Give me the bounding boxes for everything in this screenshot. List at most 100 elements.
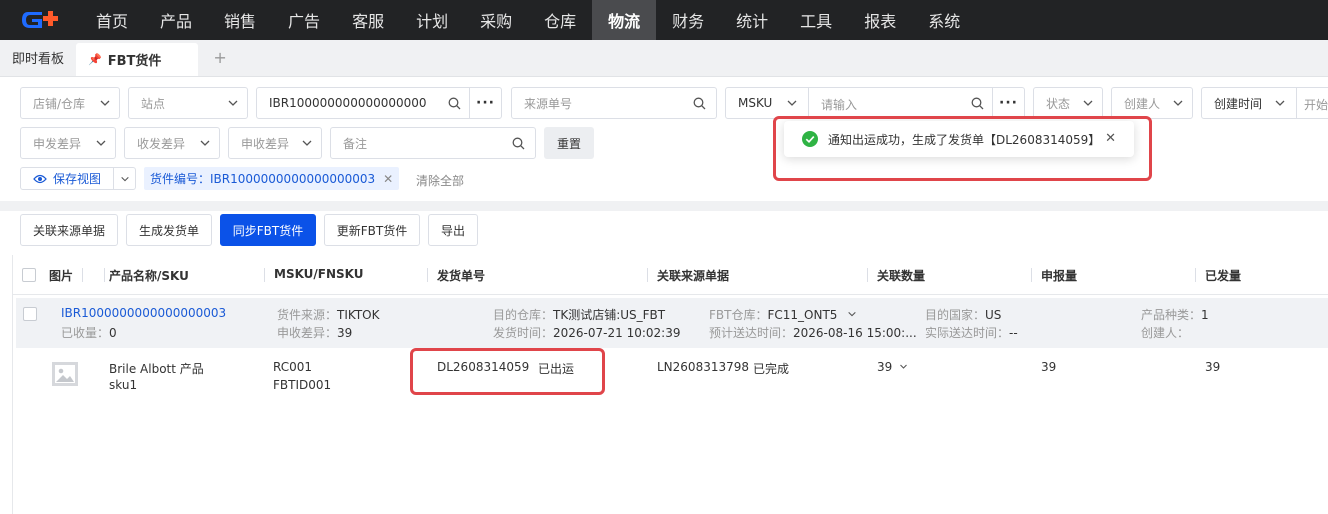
export-button[interactable]: 导出 [428, 214, 478, 246]
input-placeholder: 备注 [343, 136, 368, 151]
section-divider [0, 201, 1328, 211]
creator-select[interactable]: 创建人 [1111, 87, 1193, 119]
search-icon[interactable] [693, 97, 706, 110]
sync-fbt-button[interactable]: 同步FBT货件 [220, 214, 316, 246]
chevron-down-icon [200, 140, 210, 146]
row-checkbox[interactable] [23, 307, 37, 321]
clear-all-link[interactable]: 清除全部 [416, 172, 464, 189]
tab-bar: 即时看板 📌 FBT货件 + [0, 40, 1328, 77]
nav-item[interactable]: 物流 [592, 0, 657, 40]
col-declared: 申报量 [1041, 269, 1078, 283]
dest-warehouse-field: 目的仓库：TK测试店铺:US_FBT [493, 308, 666, 322]
eye-icon [33, 174, 47, 183]
more-icon[interactable]: ··· [469, 87, 501, 119]
table-row: Brile Albott 产品 sku1 RC001 FBTID001 DL26… [12, 348, 1328, 408]
divider [808, 87, 809, 119]
reset-button[interactable]: 重置 [544, 127, 594, 159]
nav-item[interactable]: 客服 [336, 0, 400, 40]
col-shipped: 已发量 [1205, 269, 1242, 283]
site-select[interactable]: 站点 [128, 87, 248, 119]
status-select[interactable]: 状态 [1033, 87, 1103, 119]
product-name: Brile Albott 产品 [109, 362, 204, 376]
msku: RC001 [273, 360, 313, 374]
chevron-down-icon [302, 140, 312, 146]
ship-time-field: 发货时间：2026-07-21 10:02:39 [493, 326, 681, 340]
fbt-warehouse-field[interactable]: FBT仓库：FC11_ONT5 [709, 306, 857, 323]
pin-icon[interactable]: 📌 [88, 53, 102, 66]
link-source-button[interactable]: 关联来源单据 [20, 214, 118, 246]
category-field: 产品种类：1 [1141, 308, 1209, 322]
dest-country-field: 目的国家：US [925, 308, 1002, 322]
time-type-select[interactable]: 创建时间 [1214, 95, 1262, 112]
chevron-down-icon [96, 140, 106, 146]
msku-input[interactable]: 请输入 [821, 96, 857, 113]
logo[interactable] [0, 0, 80, 40]
apply-receive-diff-select[interactable]: 申收差异 [228, 127, 322, 159]
more-icon[interactable]: ··· [992, 87, 1024, 119]
chevron-down-icon [1275, 100, 1285, 106]
shipment-no-input[interactable]: IBR100000000000000000 ··· [256, 87, 502, 119]
source-no-input[interactable]: 来源单号 [511, 87, 717, 119]
col-linked-qty: 关联数量 [877, 269, 926, 283]
nav-item[interactable]: 仓库 [528, 0, 592, 40]
top-nav: 首页 产品 销售 广告 客服 计划 采购 仓库 物流 财务 统计 工具 报表 系统 [0, 0, 1328, 40]
receive-diff-select[interactable]: 收发差异 [124, 127, 220, 159]
creator-field: 创建人： [1141, 326, 1190, 340]
generate-shipment-button[interactable]: 生成发货单 [126, 214, 212, 246]
update-fbt-button[interactable]: 更新FBT货件 [324, 214, 420, 246]
chip-label: 货件编号：IBR1000000000000000003 [150, 172, 376, 186]
tab-label: FBT货件 [107, 54, 162, 69]
search-icon[interactable] [448, 97, 461, 110]
col-product: 产品名称/SKU [109, 269, 189, 283]
fnsku: FBTID001 [273, 378, 332, 392]
select-label: 店铺/仓库 [33, 96, 86, 111]
shipment-group-row: IBR1000000000000000003 已收量：0 货件来源：TIKTOK… [16, 298, 1328, 348]
create-time-range: 创建时间 开始 [1201, 87, 1328, 119]
source-field: 货件来源：TIKTOK [277, 308, 380, 322]
save-view-button[interactable]: 保存视图 [20, 167, 136, 190]
nav-item[interactable]: 首页 [80, 0, 144, 40]
search-icon[interactable] [971, 97, 984, 110]
tab-fbt-shipments[interactable]: 📌 FBT货件 [76, 43, 199, 76]
chevron-down-icon [1173, 100, 1183, 106]
save-view-dropdown[interactable] [113, 168, 135, 189]
shipment-id-link[interactable]: IBR1000000000000000003 [61, 306, 226, 320]
start-date-input[interactable]: 开始 [1304, 96, 1328, 113]
search-icon[interactable] [512, 137, 525, 150]
nav-item[interactable]: 报表 [848, 0, 912, 40]
nav-item[interactable]: 计划 [400, 0, 464, 40]
chevron-down-icon [120, 176, 129, 181]
source-no-link[interactable]: LN2608313798 [657, 360, 749, 374]
shop-warehouse-select[interactable]: 店铺/仓库 [20, 87, 120, 119]
source-status: 已完成 [753, 362, 790, 376]
nav-item[interactable]: 统计 [720, 0, 784, 40]
add-tab-button[interactable]: + [198, 39, 242, 76]
close-icon[interactable]: ✕ [383, 172, 393, 186]
remark-input[interactable]: 备注 [330, 127, 536, 159]
nav-item[interactable]: 工具 [784, 0, 848, 40]
nav-item[interactable]: 产品 [144, 0, 208, 40]
received-field: 已收量：0 [61, 326, 117, 340]
input-value: IBR100000000000000000 [269, 96, 427, 110]
tab-dashboard[interactable]: 即时看板 [0, 39, 76, 76]
chevron-down-icon [787, 100, 797, 106]
input-placeholder: 来源单号 [524, 96, 573, 111]
nav-item[interactable]: 系统 [912, 0, 976, 40]
select-label: 申发差异 [33, 136, 82, 151]
nav-item[interactable]: 广告 [272, 0, 336, 40]
msku-select[interactable]: MSKU [738, 96, 772, 110]
nav-item[interactable]: 采购 [464, 0, 528, 40]
col-msku: MSKU/FNSKU [274, 267, 364, 281]
nav-item[interactable]: 销售 [208, 0, 272, 40]
declare-diff-select[interactable]: 申发差异 [20, 127, 116, 159]
image-placeholder-icon [52, 362, 78, 386]
col-image: 图片 [49, 267, 84, 284]
product-sku: sku1 [109, 378, 138, 392]
nav-item[interactable]: 财务 [656, 0, 720, 40]
apply-diff-field: 申收差异：39 [277, 326, 353, 340]
chevron-down-icon [228, 100, 238, 106]
select-label: 站点 [141, 96, 166, 111]
filter-chip: 货件编号：IBR1000000000000000003 ✕ [144, 167, 400, 190]
linked-qty-dropdown[interactable]: 39 [877, 360, 908, 374]
select-all-checkbox[interactable] [22, 268, 36, 282]
